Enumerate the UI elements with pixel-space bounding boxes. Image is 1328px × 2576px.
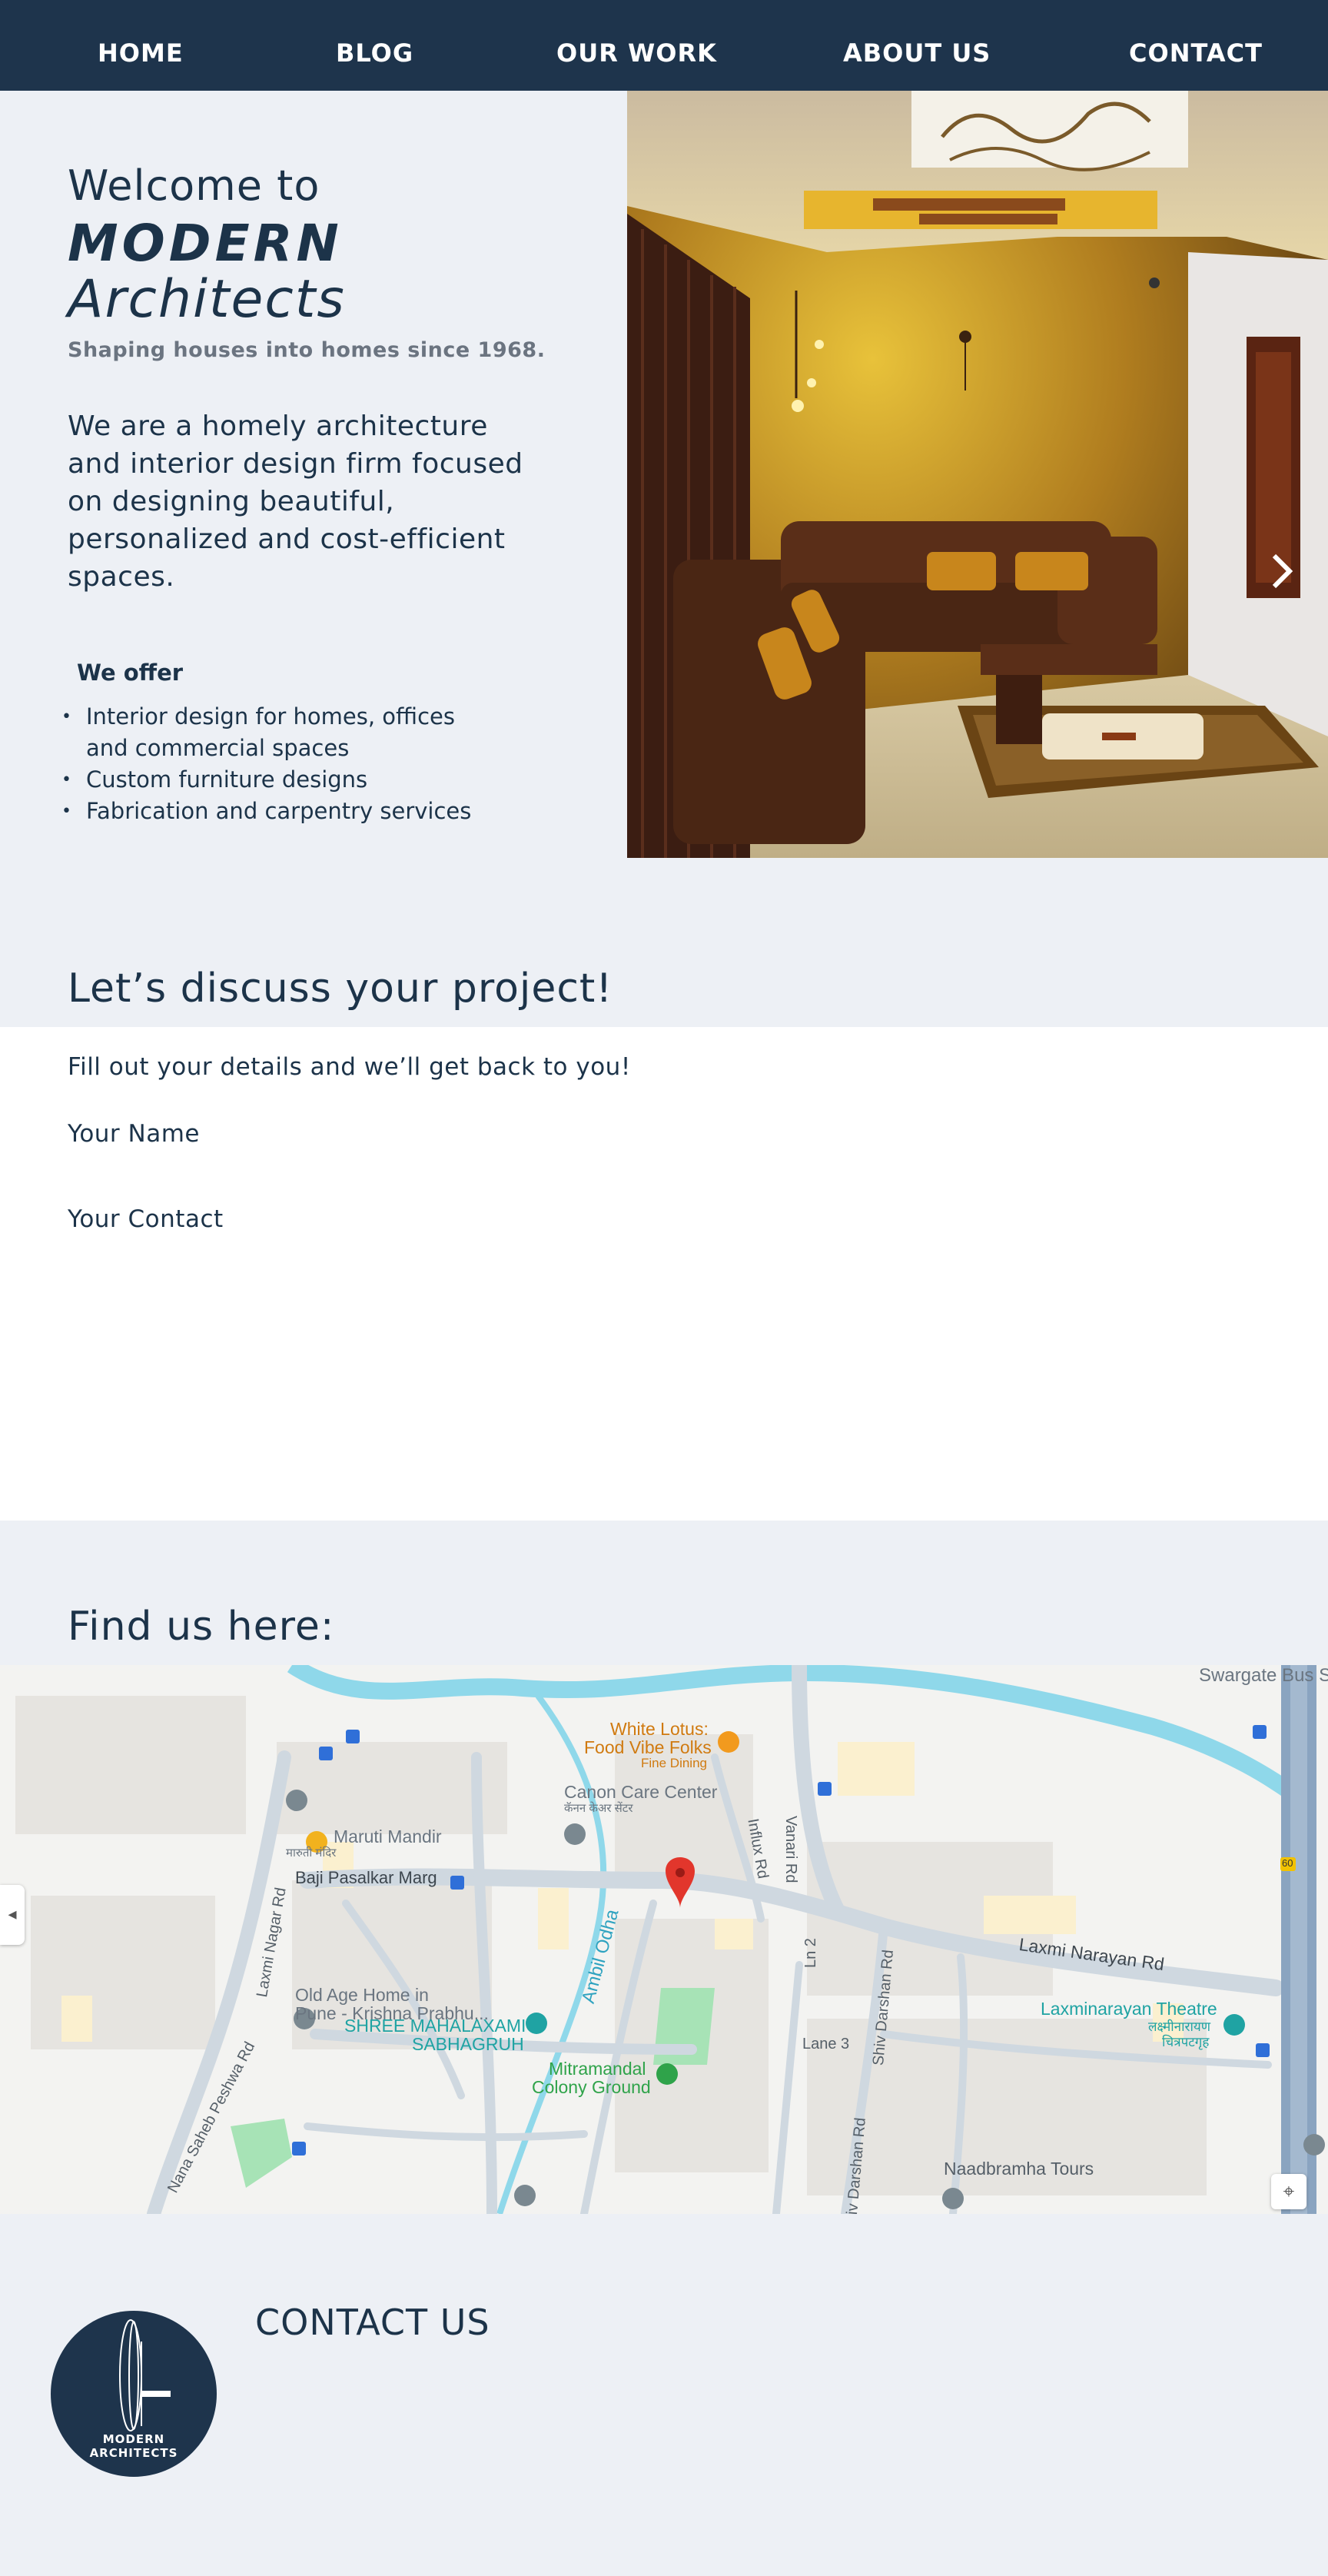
map-label-lane3: Lane 3 [802,2036,850,2052]
contact-input[interactable] [68,1239,759,1273]
nav-home[interactable]: HOME [98,38,184,68]
brand-name-architects: Architects [68,269,346,330]
name-label: Your Name [68,1120,200,1148]
find-us-heading: Find us here: [68,1604,335,1650]
map-label-canon: Canon Care Center [564,1782,718,1802]
contact-label: Your Contact [68,1205,224,1233]
tagline: Shaping houses into homes since 1968. [68,338,546,362]
living-room-photo [627,91,1328,858]
map-label-canon-local: कॅनन केअर सेंटर [564,1802,633,1815]
map-label-shree: SHREE MAHALAXAMI [344,2016,526,2036]
logo-text-architects: ARCHITECTS [89,2446,178,2460]
map-label-maruti: Maruti Mandir [334,1826,442,1846]
slider-next-button[interactable] [1267,548,1313,602]
form-subtitle: Fill out your details and we’ll get back… [68,1053,631,1081]
offer-item: Fabrication and carpentry services [61,796,553,827]
name-input[interactable] [68,1153,759,1187]
map-label-maruti-local: मारुती मंदिर [286,1846,337,1860]
contact-form-panel [0,1027,1328,1521]
offer-list: Interior design for homes, offices and c… [61,701,553,827]
map-label-shree-2: SABHAGRUH [412,2034,524,2054]
footer-logo: MODERN ARCHITECTS [51,2311,217,2477]
map-label-fine-dining: Fine Dining [641,1756,707,1770]
intro-paragraph: We are a homely architecture and interio… [68,410,523,593]
logo-text-modern: MODERN [102,2432,165,2446]
map-label-old-age: Old Age Home in [295,1985,429,2005]
map-label-ln2: Ln 2 [802,1938,819,1968]
map-label-vanari: Vanari Rd [782,1816,799,1883]
map-label-naadbramha: Naadbramha Tours [944,2159,1094,2179]
map-label-laxminarayan-local-2: चित्रपटगृह [1162,2035,1210,2049]
map-label-road-60: 60 [1282,1857,1293,1869]
offer-item: Interior design for homes, offices and c… [61,701,492,764]
nav-about-us[interactable]: ABOUT US [843,38,991,68]
nav-our-work[interactable]: OUR WORK [556,38,717,68]
map-label-baji: Baji Pasalkar Marg [295,1868,437,1887]
map-label-food-vibe: Food Vibe Folks [584,1737,712,1757]
offer-item: Custom furniture designs [61,764,553,796]
chevron-right-icon [1272,553,1293,589]
map-label-laxminarayan-theatre: Laxminarayan Theatre [1041,1999,1217,2019]
nav-blog[interactable]: BLOG [336,38,413,68]
map-label-swargate: Swargate Bus St [1199,1665,1328,1686]
contact-us-heading: CONTACT US [255,2302,490,2343]
welcome-heading: Welcome to [68,161,320,210]
crosshair-icon: ⌖ [1283,2180,1295,2203]
embedded-map[interactable]: Swargate Bus St White Lotus: Food Vibe F… [0,1665,1328,2214]
my-location-button[interactable]: ⌖ [1271,2174,1306,2209]
map-label-white-lotus: White Lotus: [610,1719,709,1739]
caret-left-icon: ◂ [8,1905,17,1924]
map-label-mitramandal-2: Colony Ground [532,2077,651,2097]
hero-image-slider [627,91,1328,858]
offer-heading: We offer [77,660,184,686]
nav-contact[interactable]: CONTACT [1129,38,1263,68]
brand-name-modern: MODERN [68,214,343,273]
map-collapse-button[interactable]: ◂ [0,1885,25,1945]
map-label-mitramandal: Mitramandal [549,2059,646,2079]
top-navigation: HOME BLOG OUR WORK ABOUT US CONTACT [0,0,1328,91]
discuss-heading: Let’s discuss your project! [68,966,613,1012]
